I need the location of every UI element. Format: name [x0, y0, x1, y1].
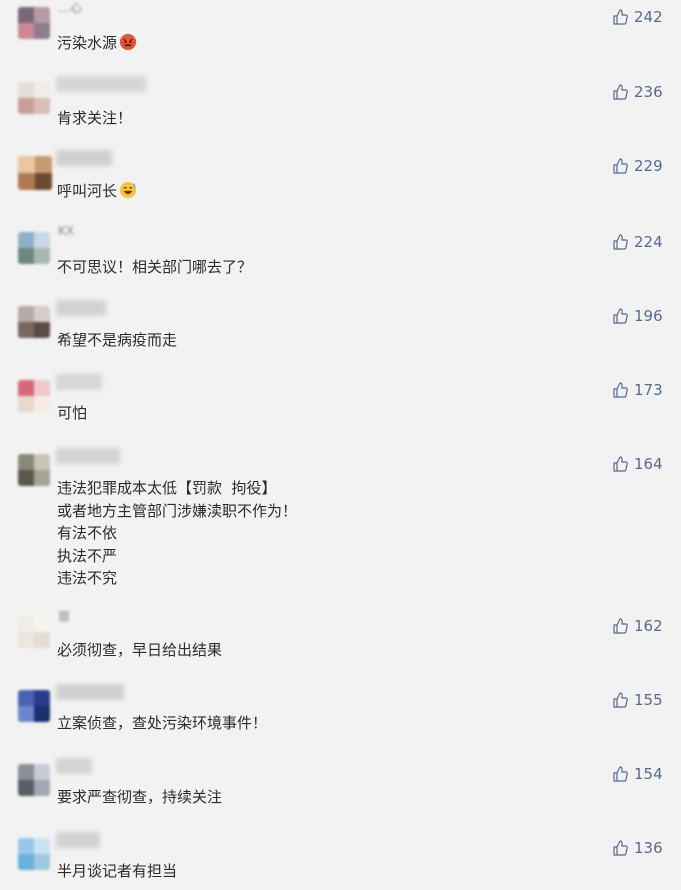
comment-nickname: …心 — [58, 1, 83, 15]
comment-line: 必须彻查，早日给出结果 — [57, 641, 223, 659]
comment-line: 要求严查彻查，持续关注 — [57, 788, 223, 806]
comment-line: 呼叫河长 — [57, 182, 118, 200]
like-count: 229 — [634, 157, 663, 175]
comment-nickname-blurred — [56, 448, 120, 464]
comment-line: 不可思议！相关部门哪去了？ — [57, 258, 253, 276]
like-count: 173 — [634, 381, 663, 399]
avatar[interactable] — [18, 454, 50, 486]
comment-nickname-blurred — [56, 832, 100, 848]
avatar[interactable] — [18, 838, 50, 870]
like-button[interactable]: 154 — [612, 764, 663, 784]
like-button[interactable]: 155 — [612, 690, 663, 710]
like-button[interactable]: 136 — [612, 838, 663, 858]
avatar[interactable] — [18, 764, 50, 796]
avatar[interactable] — [18, 232, 50, 264]
thumbs-up-icon — [613, 456, 628, 472]
comment-nickname-blurred — [56, 300, 106, 316]
comment-nickname-blurred — [56, 374, 102, 390]
avatar[interactable] — [18, 7, 50, 39]
like-count: 155 — [634, 691, 663, 709]
comment-text: 半月谈记者有担当 — [57, 860, 177, 882]
grinning-sweat-face-icon — [119, 181, 137, 199]
comment-text: 违法犯罪成本太低【罚款 拘役】 或者地方主管部门涉嫌渎职不作为！ 有法不依 执法… — [57, 477, 297, 590]
like-count: 224 — [634, 233, 663, 251]
comment-nickname-blurred — [56, 76, 146, 92]
comment-line: 可怕 — [57, 404, 88, 422]
comment-line: 执法不严 — [57, 546, 118, 565]
comment-text: 肯求关注！ — [57, 107, 132, 129]
avatar[interactable] — [18, 616, 50, 648]
avatar[interactable] — [18, 690, 50, 722]
like-button[interactable]: 196 — [612, 306, 663, 326]
like-count: 164 — [634, 455, 663, 473]
thumbs-up-icon — [613, 9, 628, 25]
comment-line: 肯求关注！ — [57, 109, 133, 127]
angry-face-icon — [119, 33, 137, 51]
comment-line: 希望不是病疫而走 — [57, 331, 178, 349]
like-count: 242 — [634, 8, 663, 26]
like-count: 236 — [634, 83, 663, 101]
avatar[interactable] — [18, 380, 50, 412]
like-count: 196 — [634, 307, 663, 325]
like-button[interactable]: 242 — [612, 7, 663, 27]
comment-nickname: 罪 — [58, 610, 71, 624]
like-count: 136 — [634, 839, 663, 857]
comment-text: 必须彻查，早日给出结果 — [57, 639, 222, 661]
avatar[interactable] — [18, 156, 52, 190]
like-button[interactable]: 162 — [612, 616, 663, 636]
thumbs-up-icon — [613, 84, 628, 100]
like-button[interactable]: 229 — [612, 156, 663, 176]
comment-line: 违法不究 — [57, 569, 118, 587]
like-button[interactable]: 236 — [612, 82, 663, 102]
comment-text: 呼叫河长 — [57, 180, 137, 202]
comment-line: 半月谈记者有担当 — [57, 862, 178, 880]
thumbs-up-icon — [613, 766, 628, 782]
thumbs-up-icon — [613, 618, 628, 634]
comment-text: 要求严查彻查，持续关注 — [57, 786, 222, 808]
thumbs-up-icon — [613, 382, 628, 398]
comment-line: 违法犯罪成本太低【罚款 拘役】 — [57, 479, 277, 497]
thumbs-up-icon — [613, 692, 628, 708]
comment-text: 立案侦查，查处污染环境事件！ — [57, 712, 267, 734]
thumbs-up-icon — [613, 234, 628, 250]
comment-nickname-blurred — [56, 150, 112, 166]
comment-line: 有法不依 — [57, 524, 118, 542]
comment-nickname-blurred — [56, 684, 124, 700]
comment-text: 污染水源 — [57, 32, 137, 54]
like-count: 154 — [634, 765, 663, 783]
comment-text: 可怕 — [57, 402, 87, 424]
like-button[interactable]: 164 — [612, 454, 663, 474]
comment-text: 不可思议！相关部门哪去了？ — [57, 256, 252, 278]
avatar[interactable] — [18, 306, 50, 338]
like-count: 162 — [634, 617, 663, 635]
avatar[interactable] — [18, 82, 50, 114]
comment-line: 污染水源 — [57, 34, 118, 52]
thumbs-up-icon — [613, 840, 628, 856]
comment-text: 希望不是病疫而走 — [57, 329, 177, 351]
comment-line: 或者地方主管部门涉嫌渎职不作为！ — [57, 501, 298, 520]
comment-line: 立案侦查，查处污染环境事件！ — [57, 714, 268, 732]
thumbs-up-icon — [613, 308, 628, 324]
thumbs-up-icon — [613, 158, 628, 174]
comment-nickname-blurred — [56, 758, 92, 774]
like-button[interactable]: 224 — [612, 232, 663, 252]
comment-nickname: KX — [58, 224, 75, 238]
like-button[interactable]: 173 — [612, 380, 663, 400]
